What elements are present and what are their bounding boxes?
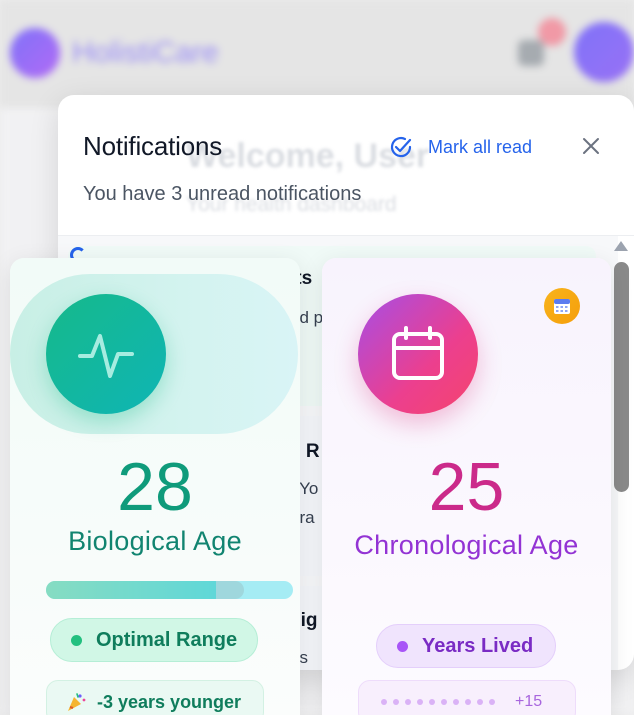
- years-lived-label: Years Lived: [422, 634, 534, 657]
- optimal-range-badge: Optimal Range: [50, 618, 258, 662]
- progress-fill: [46, 581, 224, 599]
- year-dot: [453, 699, 459, 705]
- close-icon[interactable]: [580, 135, 602, 157]
- year-dot: [429, 699, 435, 705]
- extra-years-count: +15: [515, 693, 543, 710]
- status-dot: [397, 640, 408, 652]
- status-dot: [71, 634, 82, 646]
- calendar-badge-icon: [544, 288, 580, 324]
- check-circle-icon: [390, 136, 412, 158]
- biological-age-label: Biological Age: [68, 526, 242, 556]
- party-popper-icon: [68, 693, 86, 711]
- scroll-up-arrow-icon[interactable]: [614, 241, 628, 251]
- app-name: HolistiCare: [72, 36, 219, 69]
- progress-segment: [216, 581, 244, 599]
- year-dot: [393, 699, 399, 705]
- biological-age-value: 28: [117, 449, 193, 525]
- year-dot: [477, 699, 483, 705]
- mark-all-read-label: Mark all read: [428, 136, 533, 157]
- mini-calendar-icon: [554, 299, 570, 314]
- bio-icon-circle: [46, 294, 166, 414]
- notifications-title: Notifications: [83, 131, 223, 161]
- year-dot: [405, 699, 411, 705]
- chrono-icon-circle: [358, 294, 478, 414]
- app-logo: [10, 28, 60, 78]
- age-comparison-label: -3 years younger: [97, 691, 242, 712]
- app-header: HolistiCare: [0, 0, 634, 108]
- mark-all-read-button[interactable]: Mark all read: [388, 132, 532, 162]
- years-dots-row: +15: [358, 680, 576, 715]
- avatar[interactable]: [574, 22, 634, 82]
- chronological-age-value: 25: [428, 449, 505, 525]
- biological-age-progress: [46, 581, 293, 599]
- chronological-age-card: 25 Chronological Age Years Lived +15: [322, 258, 611, 715]
- calendar-icon: [392, 326, 444, 380]
- year-dot: [417, 699, 423, 705]
- year-dot: [465, 699, 471, 705]
- bell-icon[interactable]: [518, 40, 544, 66]
- year-dot: [489, 699, 495, 705]
- optimal-range-label: Optimal Range: [96, 628, 238, 651]
- scrollbar-thumb[interactable]: [614, 262, 629, 492]
- notification-count-badge: [538, 18, 566, 46]
- years-lived-badge: Years Lived: [376, 624, 556, 668]
- chronological-age-label: Chronological Age: [354, 530, 579, 560]
- biological-age-card: 28 Biological Age Optimal Range -3 years…: [10, 258, 300, 715]
- pulse-icon: [78, 334, 134, 378]
- age-comparison-badge: -3 years younger: [46, 680, 264, 715]
- unread-count-text: You have 3 unread notifications: [83, 183, 362, 205]
- year-dot: [441, 699, 447, 705]
- year-dot: [381, 699, 387, 705]
